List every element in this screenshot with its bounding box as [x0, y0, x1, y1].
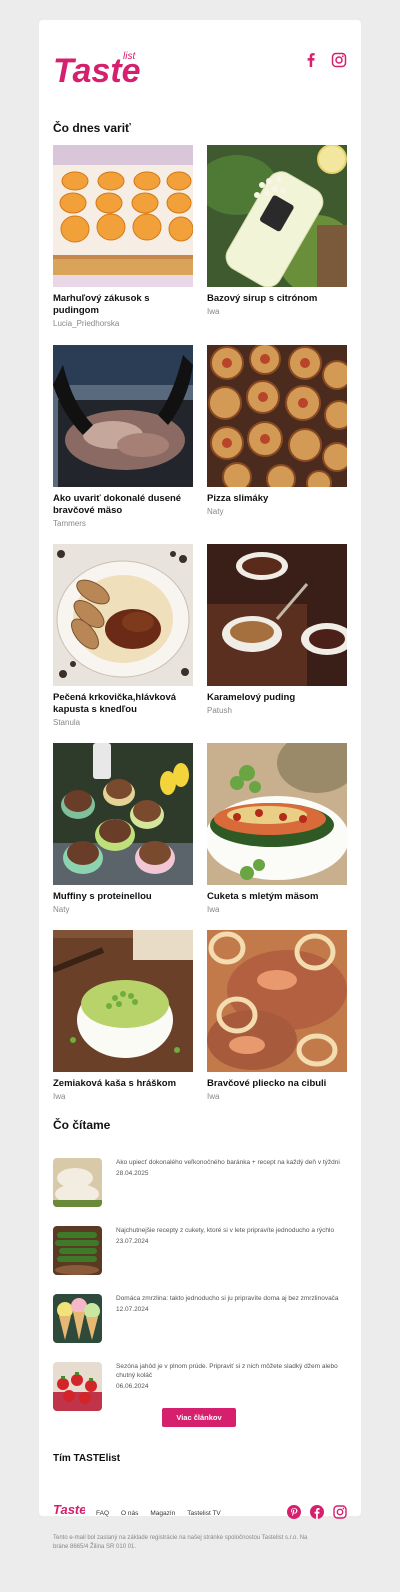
recipe-title[interactable]: Cuketa s mletým mäsom	[207, 891, 347, 903]
header-social	[303, 52, 347, 68]
recipe-photo[interactable]	[53, 930, 193, 1072]
recipe-card[interactable]: Muffiny s proteinellou Naty	[53, 743, 193, 914]
recipe-card[interactable]: Bazový sirup s citrónom Iwa	[207, 145, 347, 316]
article-item[interactable]: Sezóna jahôd je v plnom prúde. Pripraviť…	[53, 1362, 347, 1412]
footer-link-tv[interactable]: Tastelist TV	[187, 1510, 220, 1517]
recipe-author: Stanula	[53, 718, 81, 727]
article-thumbnail[interactable]	[53, 1294, 102, 1343]
recipe-title[interactable]: Bazový sirup s citrónom	[207, 293, 347, 305]
facebook-icon[interactable]	[303, 52, 319, 68]
recipe-title[interactable]: Karamelový puding	[207, 692, 347, 704]
article-item[interactable]: Domáca zmrzlina: takto jednoducho si ju …	[53, 1294, 347, 1344]
recipe-card[interactable]: Pečená krkovička,hlávková kapusta s kned…	[53, 544, 193, 727]
pinterest-icon[interactable]	[287, 1505, 301, 1519]
article-date: 28.04.2025	[116, 1170, 149, 1177]
footer-logo[interactable]: Taste	[53, 1502, 85, 1516]
recipe-title[interactable]: Muffiny s proteinellou	[53, 891, 193, 903]
recipe-author: Iwa	[207, 307, 220, 316]
instagram-icon[interactable]	[333, 1505, 347, 1519]
recipe-title[interactable]: Bravčové pliecko na cibuli	[207, 1078, 347, 1090]
article-title[interactable]: Ako upiecť dokonalého veľkonočného barán…	[116, 1158, 344, 1167]
recipe-photo[interactable]	[53, 544, 193, 686]
recipe-photo[interactable]	[207, 544, 347, 686]
footer-link-magazine[interactable]: Magazín	[150, 1510, 175, 1517]
recipe-author: Patush	[207, 706, 232, 715]
recipe-photo[interactable]	[207, 743, 347, 885]
article-title[interactable]: Najchutnejšie recepty z cukety, ktoré si…	[116, 1226, 344, 1235]
article-thumbnail[interactable]	[53, 1362, 102, 1411]
articles-section-title: Čo čítame	[53, 1118, 111, 1132]
recipe-author: Naty	[207, 507, 224, 516]
recipe-card[interactable]: Pizza slimáky Naty	[207, 345, 347, 516]
article-item[interactable]: Ako upiecť dokonalého veľkonočného barán…	[53, 1158, 347, 1208]
article-date: 06.06.2024	[116, 1383, 149, 1390]
footer-link-about[interactable]: O nás	[121, 1510, 138, 1517]
recipe-author: Lucia_Priedhorska	[53, 319, 120, 328]
recipe-photo[interactable]	[207, 930, 347, 1072]
facebook-icon[interactable]	[310, 1505, 324, 1519]
email-card: Taste list Čo dnes variť Marhuľový zákus…	[39, 20, 361, 1516]
recipe-card[interactable]: Zemiaková kaša s hráškom Iwa	[53, 930, 193, 1101]
recipes-section-title: Čo dnes variť	[53, 121, 131, 135]
article-date: 23.07.2024	[116, 1238, 149, 1245]
tastelist-logo[interactable]: Taste list	[53, 49, 148, 87]
article-item[interactable]: Najchutnejšie recepty z cukety, ktoré si…	[53, 1226, 347, 1276]
recipe-photo[interactable]	[207, 145, 347, 287]
recipe-card[interactable]: Marhuľový zákusok s pudingom Lucia_Pried…	[53, 145, 193, 328]
article-title[interactable]: Sezóna jahôd je v plnom prúde. Pripraviť…	[116, 1362, 344, 1380]
signature: Tím TASTElist	[53, 1453, 121, 1464]
recipe-card[interactable]: Karamelový puding Patush	[207, 544, 347, 715]
recipe-author: Iwa	[53, 1092, 66, 1101]
recipe-photo[interactable]	[53, 145, 193, 287]
recipe-photo[interactable]	[53, 345, 193, 487]
recipe-photo[interactable]	[207, 345, 347, 487]
recipe-author: Iwa	[207, 905, 220, 914]
legal-text: Tento e-mail bol zaslaný na základe regi…	[53, 1535, 308, 1550]
footer-nav: FAQ O nás Magazín Tastelist TV	[96, 1510, 221, 1517]
more-articles-button[interactable]: Viac článkov	[162, 1408, 236, 1427]
svg-text:list: list	[123, 51, 136, 62]
recipe-card[interactable]: Ako uvariť dokonalé dusené bravčové mäso…	[53, 345, 193, 528]
recipe-author: Tammers	[53, 519, 86, 528]
recipe-photo[interactable]	[53, 743, 193, 885]
recipe-title[interactable]: Pizza slimáky	[207, 493, 347, 505]
instagram-icon[interactable]	[331, 52, 347, 68]
recipe-card[interactable]: Bravčové pliecko na cibuli Iwa	[207, 930, 347, 1101]
article-thumbnail[interactable]	[53, 1158, 102, 1207]
recipe-card[interactable]: Cuketa s mletým mäsom Iwa	[207, 743, 347, 914]
recipe-title[interactable]: Marhuľový zákusok s pudingom	[53, 293, 193, 317]
article-date: 12.07.2024	[116, 1306, 149, 1313]
svg-text:Taste: Taste	[53, 1502, 85, 1516]
footer-link-faq[interactable]: FAQ	[96, 1510, 109, 1517]
article-thumbnail[interactable]	[53, 1226, 102, 1275]
recipe-title[interactable]: Pečená krkovička,hlávková kapusta s kned…	[53, 692, 193, 716]
recipe-title[interactable]: Ako uvariť dokonalé dusené bravčové mäso	[53, 493, 193, 517]
footer-social	[287, 1505, 347, 1519]
article-title[interactable]: Domáca zmrzlina: takto jednoducho si ju …	[116, 1294, 344, 1303]
recipe-author: Iwa	[207, 1092, 220, 1101]
recipe-author: Naty	[53, 905, 70, 914]
recipe-title[interactable]: Zemiaková kaša s hráškom	[53, 1078, 193, 1090]
